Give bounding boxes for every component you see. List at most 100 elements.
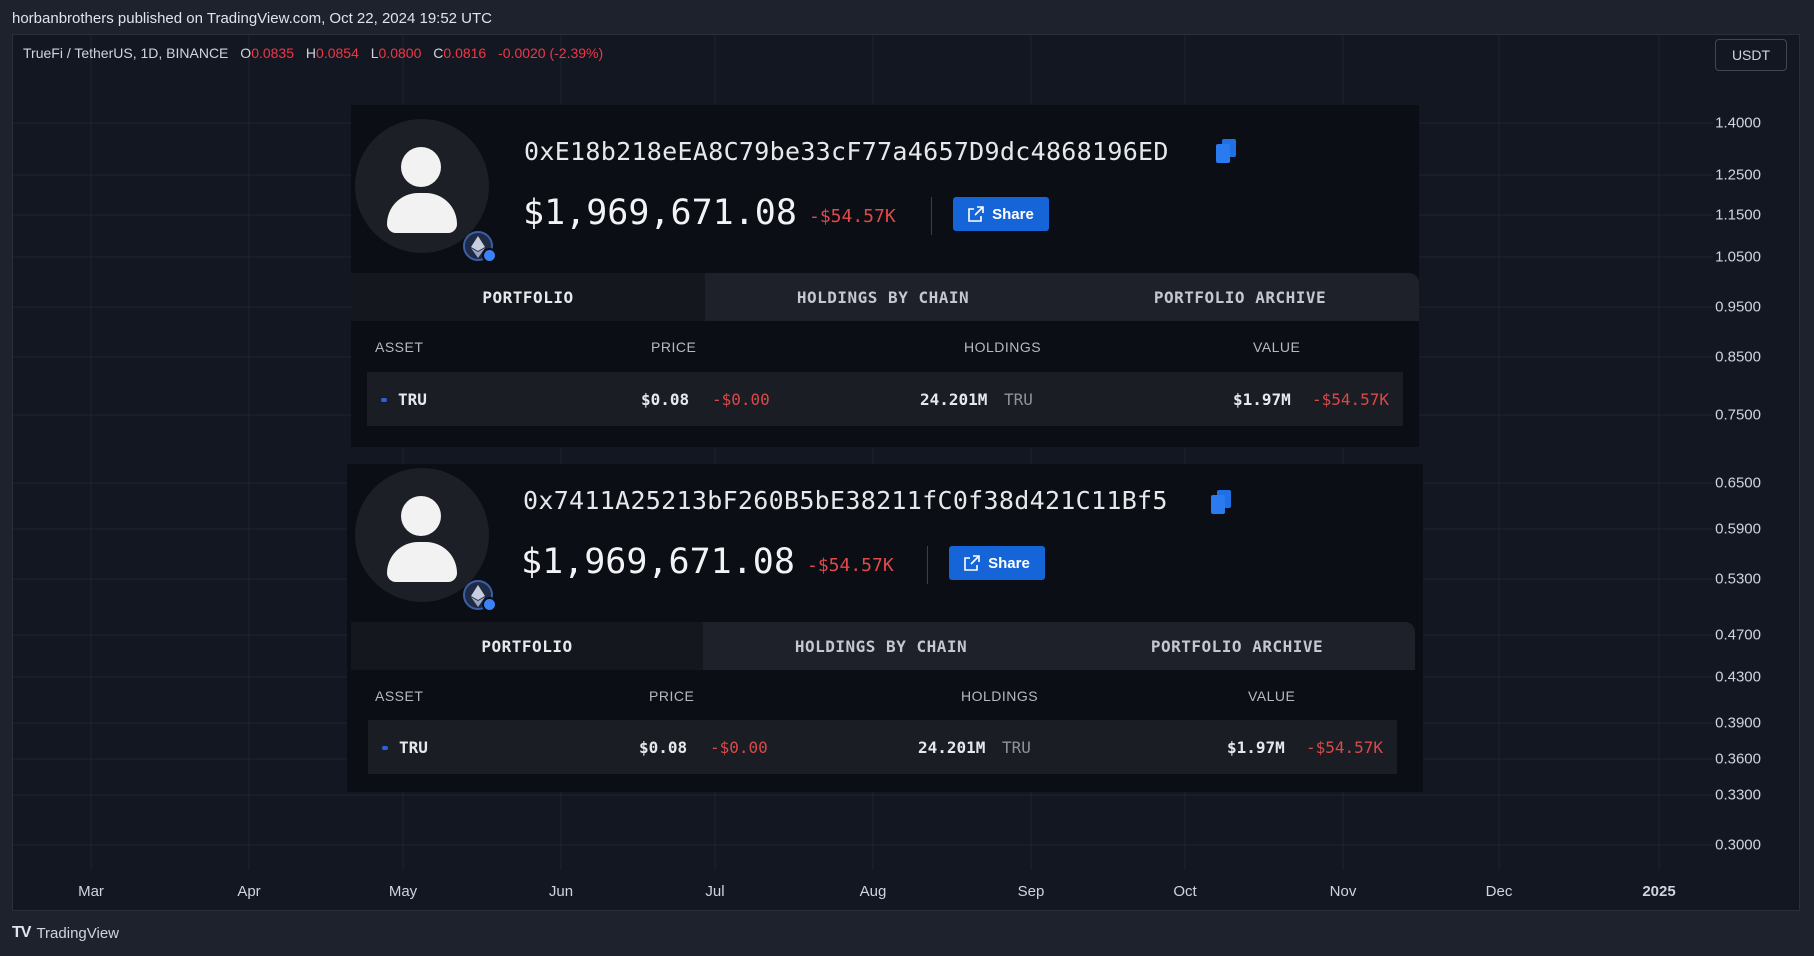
currency-button[interactable]: USDT (1715, 39, 1787, 71)
asset-icon (382, 746, 388, 750)
share-label: Share (992, 205, 1034, 223)
col-value: VALUE (1248, 688, 1296, 704)
open-label: O (240, 45, 252, 61)
price-tick-label: 0.3600 (1715, 750, 1761, 768)
asset-price: $0.08 (641, 390, 690, 409)
time-tick-label: 2025 (1642, 883, 1676, 900)
close-label: C (433, 45, 444, 61)
publish-info: horbanbrothers published on TradingView.… (12, 10, 493, 27)
divider (931, 197, 932, 235)
divider (927, 546, 928, 584)
share-button[interactable]: Share (953, 197, 1049, 231)
change-value: -0.0020 (-2.39%) (498, 45, 604, 61)
price-tick-label: 0.4300 (1715, 668, 1761, 686)
wallet-address: 0x7411A25213bF260B5bE38211fC0f38d421C11B… (523, 486, 1168, 515)
col-value: VALUE (1253, 339, 1301, 355)
share-button[interactable]: Share (949, 546, 1045, 580)
price-tick-label: 1.1500 (1715, 206, 1761, 224)
time-tick-label: Aug (859, 883, 887, 900)
asset-value: $1.97M (1227, 738, 1285, 757)
price-tick-label: 0.3000 (1715, 836, 1761, 854)
price-tick-label: 0.4700 (1715, 626, 1761, 644)
col-price: PRICE (649, 688, 695, 704)
col-asset: ASSET (375, 688, 424, 704)
price-tick-label: 1.4000 (1715, 114, 1761, 132)
holdings-amount: 24.201M (918, 738, 986, 757)
ethereum-icon (463, 580, 497, 612)
portfolio-balance: $1,969,671.08 (521, 542, 795, 582)
time-tick-label: Sep (1017, 883, 1045, 900)
col-price: PRICE (651, 339, 697, 355)
tradingview-logo-icon: TV (12, 924, 31, 941)
tab-portfolio[interactable]: PORTFOLIO (351, 622, 703, 670)
tab-portfolio-archive[interactable]: PORTFOLIO ARCHIVE (1061, 273, 1419, 321)
user-avatar-icon (355, 119, 497, 263)
time-tick-label: Jul (705, 883, 725, 900)
asset-name: TRU (398, 390, 427, 409)
table-row[interactable]: TRU $0.08 -$0.00 24.201M TRU $1.97M -$54… (368, 720, 1397, 774)
time-tick-label: May (388, 883, 418, 900)
holdings-unit: TRU (1002, 738, 1031, 757)
portfolio-card: 0xE18b218eEA8C79be33cF77a4657D9dc4868196… (351, 105, 1419, 447)
time-tick-label: Jun (548, 883, 574, 900)
external-link-icon (964, 555, 980, 571)
price-tick-label: 1.2500 (1715, 166, 1761, 184)
wallet-address: 0xE18b218eEA8C79be33cF77a4657D9dc4868196… (524, 137, 1169, 166)
value-change: -$54.57K (1312, 390, 1390, 409)
ethereum-icon (463, 231, 497, 263)
value-change: -$54.57K (1306, 738, 1384, 757)
col-holdings: HOLDINGS (961, 688, 1039, 704)
asset-price: $0.08 (639, 738, 688, 757)
price-tick-label: 0.5900 (1715, 520, 1761, 538)
price-change: -$0.00 (712, 390, 770, 409)
balance-change: -$54.57K (807, 555, 894, 576)
low-label: L (370, 45, 379, 61)
time-tick-label: Nov (1329, 883, 1357, 900)
table-header: ASSET PRICE HOLDINGS VALUE (351, 321, 1419, 369)
time-tick-label: Oct (1173, 883, 1197, 900)
external-link-icon (968, 206, 984, 222)
chart-legend: TrueFi / TetherUS, 1D, BINANCE O0.0835 H… (23, 45, 603, 61)
symbol-label: TrueFi / TetherUS, 1D, BINANCE (23, 45, 229, 61)
price-tick-label: 0.3300 (1715, 786, 1761, 804)
asset-value: $1.97M (1233, 390, 1291, 409)
col-asset: ASSET (375, 339, 424, 355)
close-value: 0.0816 (443, 45, 487, 61)
table-header: ASSET PRICE HOLDINGS VALUE (347, 670, 1423, 718)
high-value: 0.0854 (316, 45, 359, 61)
tab-holdings-by-chain[interactable]: HOLDINGS BY CHAIN (705, 273, 1061, 321)
open-value: 0.0835 (251, 45, 295, 61)
user-avatar-icon (355, 468, 497, 612)
holdings-unit: TRU (1004, 390, 1033, 409)
share-label: Share (988, 554, 1030, 572)
tab-portfolio[interactable]: PORTFOLIO (351, 273, 705, 321)
copy-icon[interactable] (1216, 139, 1236, 163)
high-label: H (305, 45, 317, 61)
price-change: -$0.00 (710, 738, 768, 757)
time-tick-label: Mar (78, 883, 104, 900)
portfolio-tabs: PORTFOLIO HOLDINGS BY CHAIN PORTFOLIO AR… (351, 622, 1415, 670)
portfolio-balance: $1,969,671.08 (523, 193, 797, 233)
tab-holdings-by-chain[interactable]: HOLDINGS BY CHAIN (703, 622, 1059, 670)
time-tick-label: Dec (1485, 883, 1513, 900)
price-tick-label: 0.8500 (1715, 348, 1761, 366)
asset-name: TRU (399, 738, 428, 757)
tab-portfolio-archive[interactable]: PORTFOLIO ARCHIVE (1059, 622, 1415, 670)
portfolio-tabs: PORTFOLIO HOLDINGS BY CHAIN PORTFOLIO AR… (351, 273, 1419, 321)
table-row[interactable]: TRU $0.08 -$0.00 24.201M TRU $1.97M -$54… (367, 372, 1403, 426)
footer-brand[interactable]: TV TradingView (12, 924, 119, 942)
asset-icon (381, 398, 387, 402)
low-value: 0.0800 (378, 45, 422, 61)
price-tick-label: 0.9500 (1715, 298, 1761, 316)
copy-icon[interactable] (1211, 490, 1231, 514)
col-holdings: HOLDINGS (964, 339, 1042, 355)
time-tick-label: Apr (237, 883, 261, 900)
price-tick-label: 0.6500 (1715, 474, 1761, 492)
portfolio-card: 0x7411A25213bF260B5bE38211fC0f38d421C11B… (347, 464, 1423, 792)
holdings-amount: 24.201M (920, 390, 988, 409)
price-tick-label: 0.3900 (1715, 714, 1761, 732)
price-tick-label: 0.7500 (1715, 406, 1761, 424)
price-tick-label: 0.5300 (1715, 570, 1761, 588)
price-tick-label: 1.0500 (1715, 248, 1761, 266)
brand-name: TradingView (36, 924, 119, 942)
